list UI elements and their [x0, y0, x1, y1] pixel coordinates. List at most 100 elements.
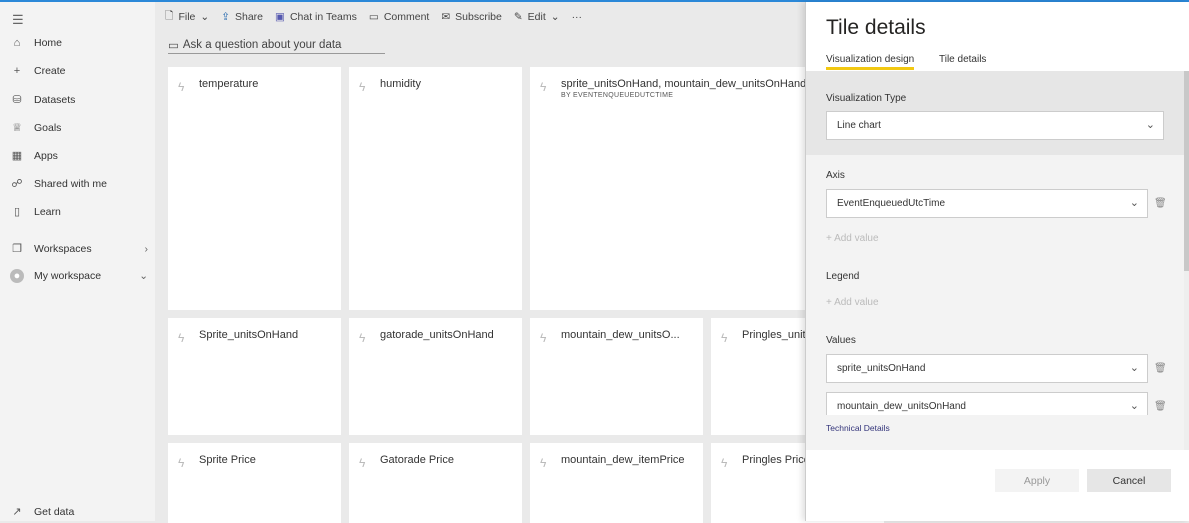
sidebar-item-learn[interactable]: ▯ Learn — [10, 205, 150, 219]
avatar-icon: ● — [10, 269, 24, 283]
sidebar-item-label: Datasets — [34, 93, 76, 106]
viz-type-dropdown[interactable]: Line chart ⌄ — [826, 111, 1164, 140]
tile-title: temperature — [199, 78, 259, 90]
chevron-down-icon: ⌄ — [1129, 197, 1139, 209]
tile-title: Gatorade Price — [380, 454, 454, 466]
sidebar-item-datasets[interactable]: ⛁ Datasets — [10, 93, 150, 107]
qa-input[interactable]: ▭ Ask a question about your data — [168, 37, 385, 54]
file-label: File — [178, 11, 196, 23]
sidebar-item-label: Home — [34, 37, 63, 49]
tab-visualization-design[interactable]: Visualization design — [826, 54, 915, 70]
sidebar: ☰ ⌂ Home + Create ⛁ Datasets ♕ Goals ▦ Apps ☍… — [0, 2, 155, 521]
scrollbar[interactable] — [1184, 71, 1189, 450]
lightning-icon: ϟ — [721, 331, 728, 345]
trash-icon[interactable]: 🗑 — [1154, 198, 1167, 209]
sidebar-item-label: Workspaces — [34, 242, 92, 255]
sidebar-item-workspaces[interactable]: ❐ Workspaces › — [10, 242, 150, 256]
sidebar-item-apps[interactable]: ▦ Apps — [10, 149, 150, 163]
tile[interactable]: ϟ Gatorade Price — [349, 443, 522, 523]
tile-title: gatorade_unitsOnHand — [380, 329, 494, 341]
share-button[interactable]: ⇪ Share — [221, 11, 263, 23]
value-dropdown[interactable]: mountain_dew_unitsOnHand ⌄ — [826, 392, 1148, 415]
legend-label: Legend — [826, 271, 860, 282]
value-dropdown[interactable]: sprite_unitsOnHand ⌄ — [826, 354, 1148, 383]
chevron-down-icon: ⌄ — [1129, 400, 1139, 412]
qa-placeholder: Ask a question about your data — [182, 39, 342, 51]
tile-title: mountain_dew_unitsO... — [561, 329, 680, 341]
database-icon: ⛁ — [12, 94, 22, 106]
sidebar-item-create[interactable]: + Create — [10, 65, 150, 77]
tile-subtitle: BY EVENTENQUEUEDUTCTIME — [561, 92, 674, 99]
tile[interactable]: ϟ gatorade_unitsOnHand — [349, 318, 522, 435]
legend-add-value-button[interactable]: + Add value — [826, 297, 879, 308]
share-icon: ⇪ — [221, 11, 230, 23]
more-options-button[interactable]: ··· — [572, 11, 583, 23]
hamburger-menu-icon[interactable]: ☰ — [12, 12, 24, 28]
trash-icon[interactable]: 🗑 — [1154, 363, 1167, 374]
panel-title: Tile details — [826, 16, 926, 39]
tile-title: sprite_unitsOnHand, mountain_dew_unitsOn… — [561, 78, 805, 90]
cancel-button[interactable]: Cancel — [1087, 469, 1171, 492]
edit-menu[interactable]: ✎ Edit ⌄ — [514, 11, 560, 23]
dashboard-area: 🗋 File ⌄ ⇪ Share ▣ Chat in Teams ▭ Comment ✉ S… — [155, 2, 884, 523]
sidebar-item-label: Goals — [34, 121, 62, 134]
tile[interactable]: ϟ sprite_unitsOnHand, mountain_dew_unitsO… — [530, 67, 805, 310]
subscribe-label: Subscribe — [455, 11, 502, 23]
axis-add-value-button[interactable]: + Add value — [826, 233, 879, 244]
file-menu[interactable]: 🗋 File ⌄ — [165, 8, 209, 26]
tile-title: mountain_dew_itemPrice — [561, 454, 685, 466]
axis-dropdown[interactable]: EventEnqueuedUtcTime ⌄ — [826, 189, 1148, 218]
tile-title: humidity — [380, 78, 421, 90]
tile-title: Pringles Price — [742, 454, 810, 466]
lightning-icon: ϟ — [540, 331, 547, 345]
trophy-icon: ♕ — [12, 122, 22, 134]
get-data-button[interactable]: ↗ Get data — [10, 505, 150, 519]
chevron-down-icon: ⌄ — [1145, 119, 1155, 131]
add-value-label: Add value — [834, 297, 879, 308]
apply-button[interactable]: Apply — [995, 469, 1079, 492]
sidebar-item-label: Create — [34, 65, 66, 77]
arrow-up-right-icon: ↗ — [12, 506, 22, 518]
tile[interactable]: ϟ temperature — [168, 67, 341, 310]
get-data-label: Get data — [34, 505, 75, 518]
share-label: Share — [235, 11, 264, 23]
chat-in-teams-button[interactable]: ▣ Chat in Teams — [275, 11, 357, 23]
sidebar-item-home[interactable]: ⌂ Home — [10, 37, 150, 49]
sidebar-item-goals[interactable]: ♕ Goals — [10, 121, 150, 135]
plus-icon: + — [826, 233, 835, 244]
sidebar-item-shared[interactable]: ☍ Shared with me — [10, 177, 150, 191]
sidebar-item-label: My workspace — [34, 270, 102, 282]
scrollbar-thumb[interactable] — [1184, 71, 1189, 271]
lightning-icon: ϟ — [178, 80, 185, 94]
lightning-icon: ϟ — [721, 456, 728, 470]
apps-icon: ▦ — [11, 150, 23, 162]
axis-label: Axis — [826, 170, 845, 181]
technical-details-link[interactable]: Technical Details — [826, 423, 890, 433]
tile[interactable]: ϟ mountain_dew_unitsO... — [530, 318, 703, 435]
mail-icon: ✉ — [441, 11, 451, 23]
tile-title: Sprite Price — [199, 454, 256, 466]
tile[interactable]: ϟ humidity — [349, 67, 522, 310]
value-text: sprite_unitsOnHand — [837, 363, 926, 374]
tab-tile-details[interactable]: Tile details — [939, 54, 986, 65]
tile[interactable]: ϟ Sprite Price — [168, 443, 341, 523]
value-text: mountain_dew_unitsOnHand — [837, 401, 966, 412]
lightning-icon: ϟ — [359, 80, 366, 94]
lightning-icon: ϟ — [178, 456, 185, 470]
tile-title: Pringles_units — [742, 329, 812, 341]
comment-icon: ▭ — [168, 40, 179, 52]
chevron-down-icon: ⌄ — [200, 11, 210, 23]
viz-type-value: Line chart — [837, 120, 881, 131]
trash-icon[interactable]: 🗑 — [1154, 401, 1167, 412]
edit-label: Edit — [527, 11, 546, 23]
comment-button[interactable]: ▭ Comment — [369, 11, 429, 23]
book-icon: ▯ — [13, 206, 21, 218]
tile-details-panel: Tile details Visualization design Tile d… — [805, 2, 1189, 521]
tile[interactable]: ϟ Sprite_unitsOnHand — [168, 318, 341, 435]
subscribe-button[interactable]: ✉ Subscribe — [441, 11, 502, 23]
tile[interactable]: ϟ mountain_dew_itemPrice — [530, 443, 703, 523]
plus-icon: + — [826, 297, 835, 308]
toolbar: 🗋 File ⌄ ⇪ Share ▣ Chat in Teams ▭ Comment ✉ S… — [165, 8, 582, 26]
chevron-right-icon: › — [144, 242, 149, 255]
sidebar-item-my-workspace[interactable]: ● My workspace ⌄ — [10, 269, 150, 283]
